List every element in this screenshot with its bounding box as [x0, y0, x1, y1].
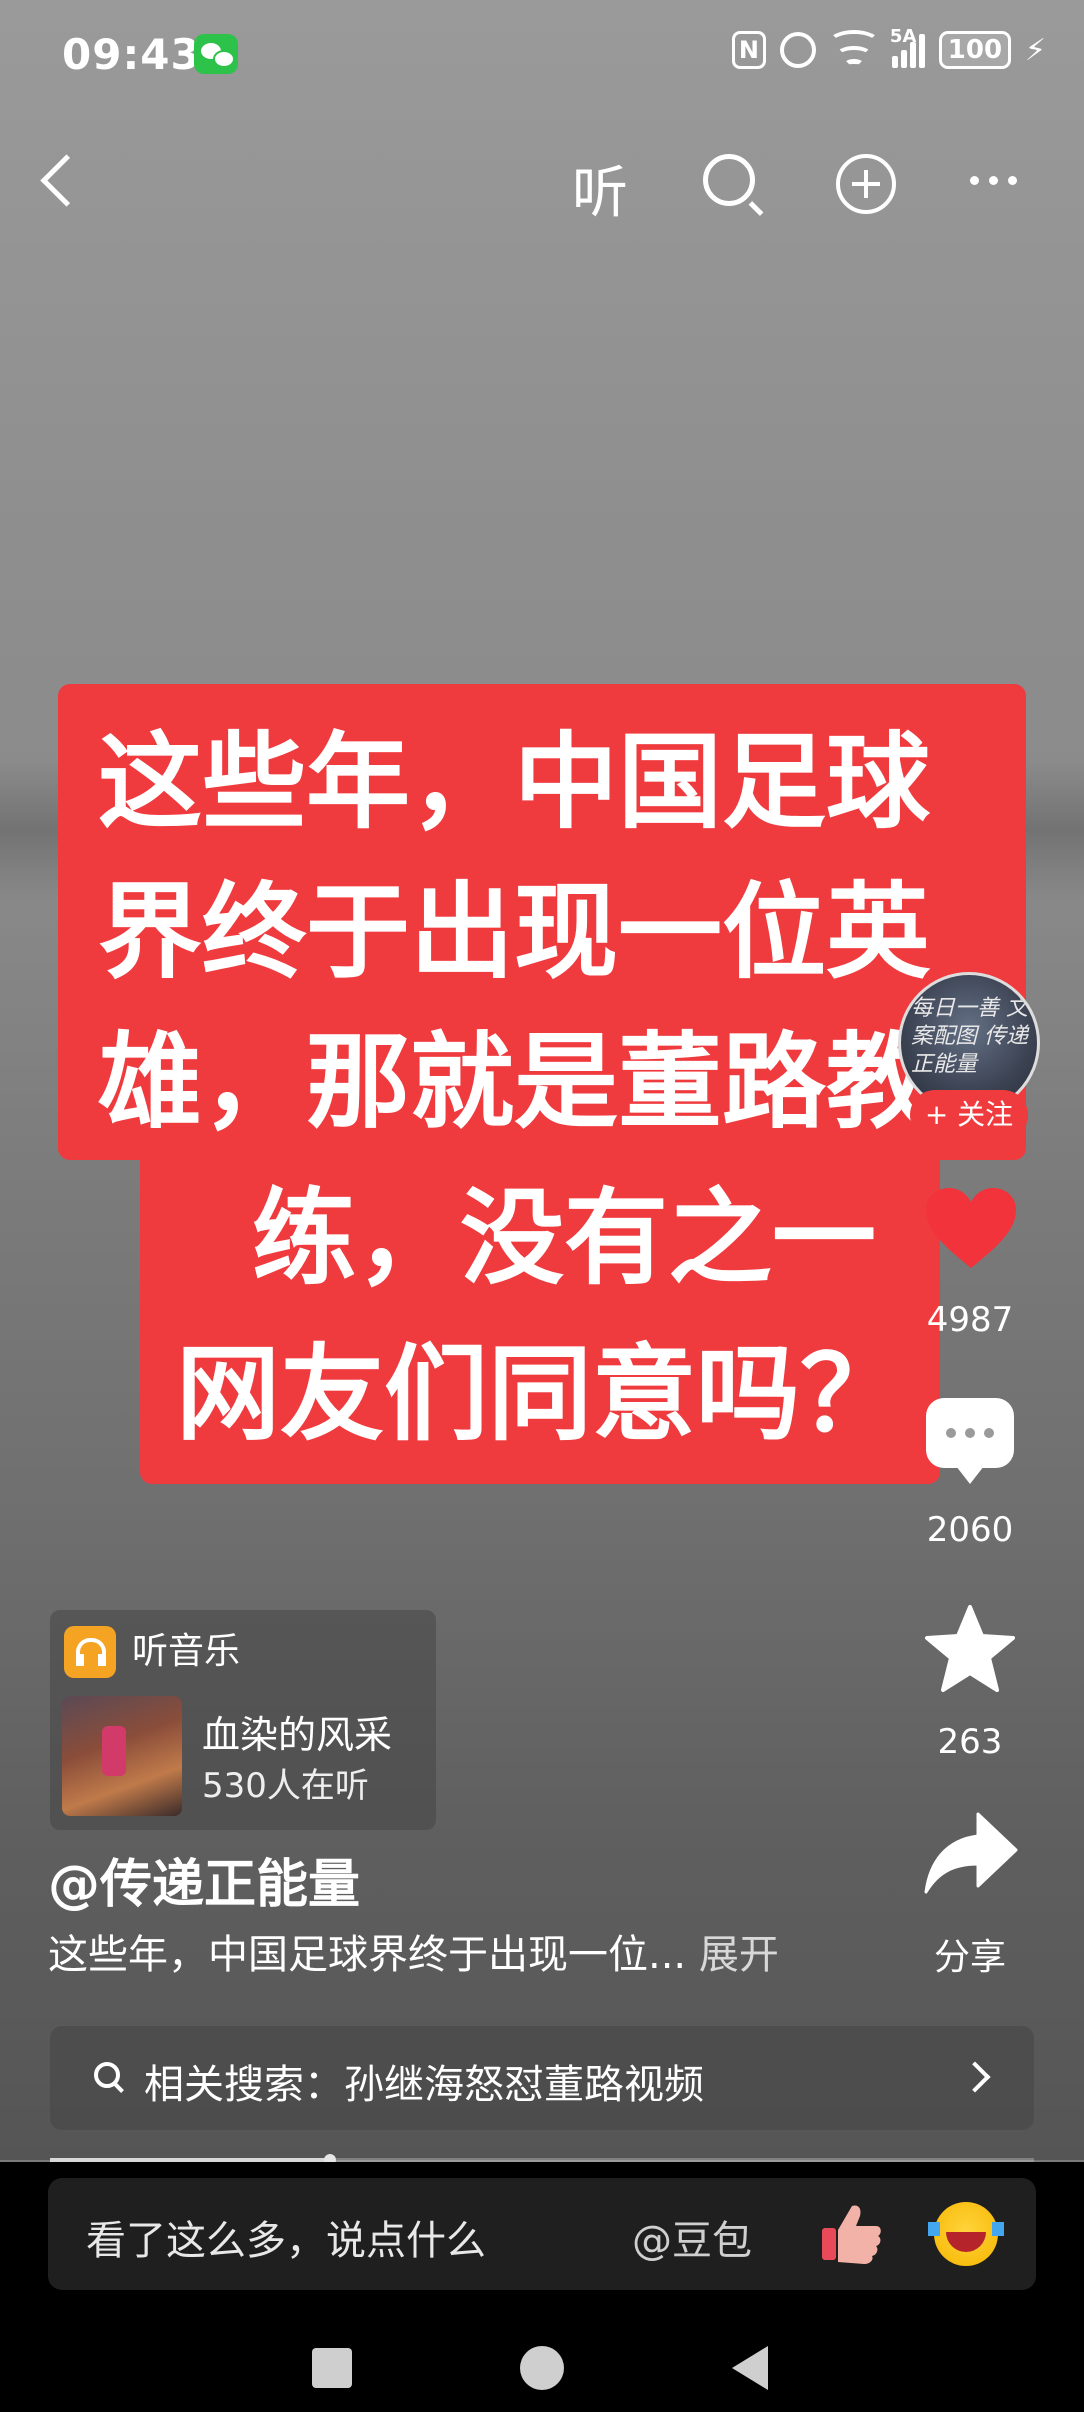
comment-icon[interactable] — [926, 1398, 1014, 1484]
song-title: 血染的风采 — [202, 1713, 393, 1757]
alarm-icon — [779, 32, 816, 68]
caption-line: 界终于出现一位英 — [98, 871, 931, 993]
share-icon[interactable] — [922, 1810, 1018, 1896]
top-nav: 听 — [0, 140, 1084, 230]
caption-block-top: 这些年，中国足球 界终于出现一位英 雄，那就是董路教 — [58, 684, 1026, 1160]
home-icon[interactable] — [520, 2346, 564, 2390]
more-icon[interactable] — [970, 176, 1017, 185]
recent-apps-icon[interactable] — [312, 2348, 352, 2388]
listener-count: 530人在听 — [202, 1766, 369, 1806]
back-icon[interactable] — [40, 154, 93, 207]
search-small-icon — [94, 2062, 120, 2088]
avatar-text: 每日一善 文案配图 传递正能量 — [911, 996, 1028, 1077]
laugh-cry-emoji-icon[interactable] — [928, 2202, 1004, 2266]
expand-button[interactable]: 展开 — [699, 1932, 779, 1978]
related-search-bar[interactable]: 相关搜索：孙继海怒怼董路视频 — [50, 2026, 1034, 2130]
chevron-right-icon — [959, 2061, 991, 2093]
heart-icon[interactable] — [924, 1186, 1018, 1270]
headphones-icon — [64, 1626, 116, 1678]
music-label: 听音乐 — [132, 1631, 241, 1672]
status-icons: N 5A 100 ⚡ — [731, 26, 1046, 70]
network-type: 5A — [889, 26, 917, 47]
nfc-icon: N — [731, 31, 766, 69]
status-bar: 09:43 N 5A 100 ⚡ — [0, 0, 1084, 110]
comment-input[interactable]: 看了这么多，说点什么 @豆包 — [48, 2178, 1036, 2290]
wechat-notification-icon — [194, 34, 238, 74]
related-search-text: 相关搜索：孙继海怒怼董路视频 — [144, 2062, 704, 2108]
battery-icon: 100 — [938, 31, 1011, 69]
status-time: 09:43 — [62, 30, 201, 79]
comment-count: 2060 — [926, 1510, 1014, 1550]
listen-button[interactable]: 听 — [572, 148, 628, 229]
caption-line: 雄，那就是董路教 — [98, 1021, 931, 1143]
caption-block-bottom: 练，没有之一 网友们同意吗？ — [140, 1160, 940, 1484]
like-count: 4987 — [926, 1300, 1014, 1340]
system-nav-bar — [0, 2322, 1084, 2412]
thumbs-up-icon[interactable] — [818, 2200, 884, 2266]
comment-placeholder: 看了这么多，说点什么 — [86, 2218, 486, 2264]
add-icon[interactable] — [836, 154, 896, 214]
post-description: 这些年，中国足球界终于出现一位... 展开 — [48, 1922, 779, 1980]
caption-line: 网友们同意吗？ — [176, 1333, 905, 1455]
search-icon[interactable] — [703, 154, 755, 206]
star-icon[interactable] — [924, 1604, 1016, 1694]
music-card[interactable]: 听音乐 血染的风采 530人在听 — [50, 1610, 436, 1830]
charging-icon: ⚡ — [1024, 32, 1046, 68]
follow-button[interactable]: + 关注 — [910, 1090, 1028, 1140]
wifi-icon — [827, 30, 880, 70]
author-name[interactable]: @传递正能量 — [48, 1842, 360, 1917]
song-cover — [62, 1696, 182, 1816]
back-nav-icon[interactable] — [732, 2346, 768, 2390]
caption-line: 这些年，中国足球 — [98, 721, 931, 843]
favorite-count: 263 — [937, 1722, 1003, 1762]
caption-line: 练，没有之一 — [252, 1177, 877, 1299]
description-text: 这些年，中国足球界终于出现一位... — [48, 1932, 687, 1978]
mention-doubao[interactable]: @豆包 — [632, 2208, 752, 2266]
signal-icon: 5A — [890, 26, 925, 68]
share-label[interactable]: 分享 — [900, 1928, 1040, 1980]
